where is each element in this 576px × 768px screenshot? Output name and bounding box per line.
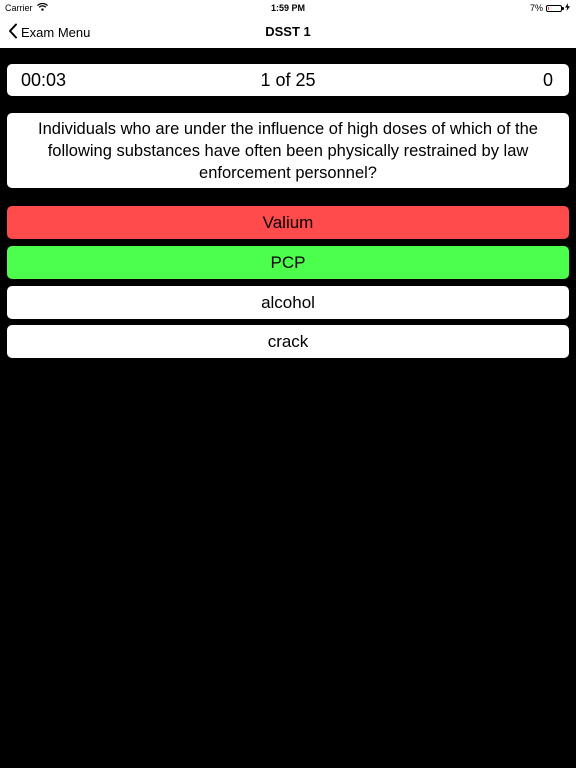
answer-label: PCP	[270, 253, 306, 272]
quiz-timer: 00:03	[21, 70, 67, 90]
back-button-label: Exam Menu	[21, 24, 91, 40]
answer-label: crack	[267, 332, 309, 351]
question-text: Individuals who are under the influence …	[38, 119, 538, 182]
back-button[interactable]: Exam Menu	[8, 16, 90, 48]
answer-option-valium[interactable]: Valium	[7, 206, 569, 239]
question-card: Individuals who are under the influence …	[7, 113, 569, 188]
answer-option-alcohol[interactable]: alcohol	[7, 286, 569, 319]
status-time: 1:59 PM	[270, 3, 305, 13]
chevron-left-icon	[8, 23, 18, 42]
battery-group: 7%	[530, 3, 570, 13]
quiz-score: 0	[542, 70, 553, 90]
battery-percent: 7%	[529, 3, 543, 13]
status-bar: Carrier 1:59 PM 7%	[0, 0, 576, 16]
answer-option-crack[interactable]: crack	[7, 325, 569, 358]
navigation-bar: DSST 1 Exam Menu	[0, 16, 576, 48]
bolt-icon	[565, 3, 570, 13]
answer-option-pcp[interactable]: PCP	[7, 246, 569, 279]
battery-icon	[546, 4, 564, 12]
quiz-info-bar: 1 of 25 00:03 0	[7, 64, 569, 96]
answer-label: alcohol	[261, 293, 315, 312]
answer-label: Valium	[262, 213, 314, 232]
question-progress: 1 of 25	[260, 70, 316, 90]
battery-fill	[548, 6, 549, 10]
